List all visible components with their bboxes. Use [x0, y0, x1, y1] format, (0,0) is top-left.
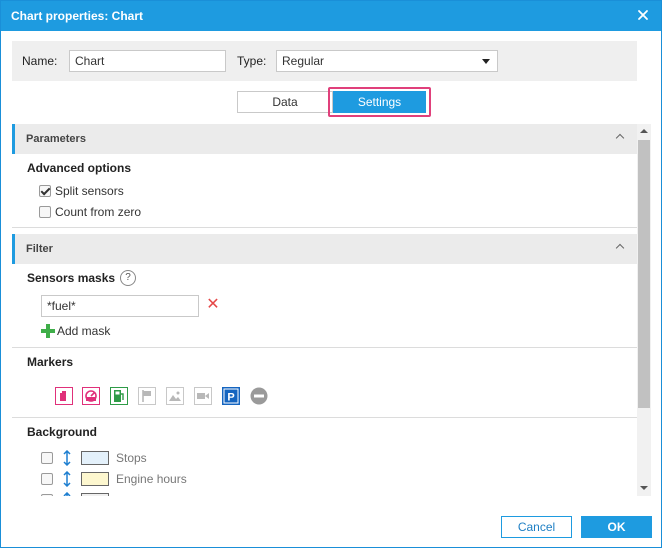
- fuel-filling-marker-icon[interactable]: [55, 387, 73, 405]
- scroll-up-icon[interactable]: [640, 129, 648, 133]
- help-icon[interactable]: ?: [120, 270, 136, 286]
- speed-marker-icon[interactable]: [82, 387, 100, 405]
- tab-data[interactable]: Data: [237, 91, 333, 113]
- chevron-up-icon[interactable]: [615, 133, 625, 143]
- delete-mask-icon[interactable]: ✕: [206, 297, 220, 313]
- stops-checkbox[interactable]: [41, 452, 53, 464]
- background-item-color-swatch[interactable]: [81, 493, 109, 496]
- dialog-title: Chart properties: Chart: [11, 9, 144, 23]
- arrows-vertical-icon: [63, 470, 71, 488]
- parameters-section-header[interactable]: Parameters: [12, 124, 637, 154]
- chevron-up-icon[interactable]: [615, 243, 625, 253]
- arrows-vertical-icon: [63, 449, 71, 467]
- markers-title: Markers: [27, 355, 74, 369]
- scroll-down-icon[interactable]: [640, 486, 648, 490]
- chart-properties-dialog: Chart properties: Chart Name: Chart Type…: [0, 0, 662, 548]
- stops-color-swatch[interactable]: [81, 451, 109, 465]
- chevron-down-icon: [482, 59, 490, 64]
- name-label: Name:: [22, 54, 58, 68]
- chart-header-panel: Name: Chart Type: Regular: [12, 41, 637, 81]
- image-marker-icon[interactable]: [166, 387, 184, 405]
- tab-settings[interactable]: Settings: [333, 91, 426, 113]
- sensor-mask-input[interactable]: *fuel*: [41, 295, 199, 317]
- name-input[interactable]: Chart: [69, 50, 226, 72]
- dialog-titlebar: Chart properties: Chart: [1, 1, 661, 31]
- close-icon[interactable]: [635, 7, 651, 23]
- add-icon[interactable]: [41, 324, 55, 338]
- stops-label: Stops: [116, 451, 147, 465]
- sensors-masks-title: Sensors masks: [27, 271, 116, 285]
- split-sensors-checkbox[interactable]: [39, 185, 51, 197]
- engine-hours-checkbox[interactable]: [41, 473, 53, 485]
- engine-hours-color-swatch[interactable]: [81, 472, 109, 486]
- add-mask-button[interactable]: Add mask: [57, 324, 110, 338]
- engine-hours-label: Engine hours: [116, 472, 187, 486]
- type-select[interactable]: Regular: [276, 50, 498, 72]
- flag-marker-icon[interactable]: [138, 387, 156, 405]
- background-item-checkbox[interactable]: [41, 494, 53, 496]
- type-label: Type:: [237, 54, 267, 68]
- split-sensors-label: Split sensors: [55, 184, 124, 198]
- section-divider: [12, 417, 637, 418]
- ok-button[interactable]: OK: [581, 516, 652, 538]
- advanced-options-title: Advanced options: [27, 161, 132, 175]
- stop-marker-icon[interactable]: [250, 387, 268, 405]
- background-title: Background: [27, 425, 98, 439]
- type-select-value: Regular: [282, 54, 325, 68]
- filter-title: Filter: [26, 243, 53, 255]
- arrows-vertical-icon: [63, 491, 71, 496]
- settings-content: Parameters Advanced options Split sensor…: [12, 124, 637, 496]
- video-marker-icon[interactable]: [194, 387, 212, 405]
- cancel-button[interactable]: Cancel: [501, 516, 572, 538]
- content-scrollbar[interactable]: [637, 124, 651, 496]
- scrollbar-thumb[interactable]: [638, 140, 650, 408]
- count-from-zero-checkbox[interactable]: [39, 206, 51, 218]
- parameters-title: Parameters: [26, 133, 86, 145]
- count-from-zero-label: Count from zero: [55, 205, 142, 219]
- svg-text:P: P: [227, 392, 234, 404]
- section-divider: [12, 227, 637, 228]
- fuel-station-marker-icon[interactable]: [110, 387, 128, 405]
- section-divider: [12, 347, 637, 348]
- parking-marker-icon[interactable]: P: [222, 387, 240, 405]
- filter-section-header[interactable]: Filter: [12, 234, 637, 264]
